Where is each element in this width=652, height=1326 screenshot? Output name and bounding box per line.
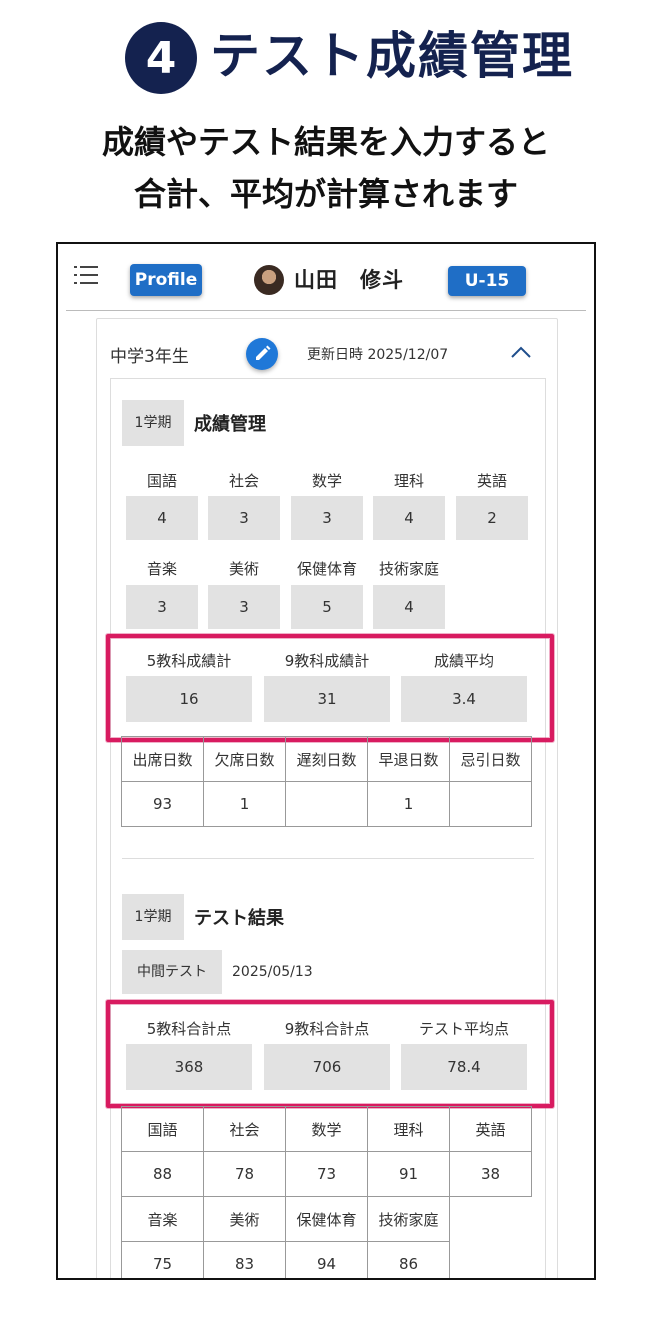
score-field[interactable]: 5: [291, 585, 363, 629]
term-tag: 1学期: [122, 894, 184, 940]
summary-label: 9教科成績計: [284, 652, 370, 670]
score-field[interactable]: 2: [456, 496, 528, 540]
edit-button[interactable]: [246, 338, 278, 370]
score-field[interactable]: 4: [373, 496, 445, 540]
summary-label: テスト平均点: [418, 1020, 509, 1038]
attendance-header: 早退日数: [367, 736, 450, 782]
score-field[interactable]: 3: [208, 496, 280, 540]
summary-value: 78.4: [401, 1044, 527, 1090]
profile-button[interactable]: Profile: [130, 264, 202, 296]
test-subject-header: 英語: [449, 1106, 532, 1152]
test-score-value[interactable]: 94: [285, 1241, 368, 1278]
attendance-value[interactable]: [449, 781, 532, 827]
test-score-value[interactable]: 91: [367, 1151, 450, 1197]
test-score-value[interactable]: 88: [121, 1151, 204, 1197]
subject-label: 理科: [393, 472, 424, 490]
summary-label: 9教科合計点: [284, 1020, 370, 1038]
test-subject-header: 理科: [367, 1106, 450, 1152]
test-subject-header: 国語: [121, 1106, 204, 1152]
test-name-tag: 中間テスト: [122, 950, 222, 994]
test-subject-header: 美術: [203, 1196, 286, 1242]
subtitle-line-2: 合計、平均が計算されます: [133, 175, 518, 213]
subject-label: 音楽: [146, 560, 177, 578]
score-field[interactable]: 4: [373, 585, 445, 629]
chevron-up-icon[interactable]: [510, 344, 532, 364]
section-title-grades: 成績管理: [194, 414, 266, 435]
test-score-value[interactable]: 73: [285, 1151, 368, 1197]
attendance-header: 忌引日数: [449, 736, 532, 782]
category-badge[interactable]: U-15: [448, 266, 526, 296]
score-field[interactable]: 4: [126, 496, 198, 540]
summary-value: 368: [126, 1044, 252, 1090]
header-divider: [66, 310, 586, 311]
test-score-value[interactable]: 86: [367, 1241, 450, 1278]
subject-label: 数学: [311, 472, 342, 490]
summary-label: 成績平均: [433, 652, 494, 670]
attendance-value[interactable]: 93: [121, 781, 204, 827]
test-score-value[interactable]: 83: [203, 1241, 286, 1278]
term-tag: 1学期: [122, 400, 184, 446]
summary-value: 31: [264, 676, 390, 722]
hamburger-icon[interactable]: [74, 266, 98, 286]
subject-label: 国語: [146, 472, 177, 490]
test-subject-header: 音楽: [121, 1196, 204, 1242]
updated-timestamp: 更新日時 2025/12/07: [307, 347, 449, 363]
subject-label: 保健体育: [296, 560, 357, 578]
test-subject-header: 保健体育: [285, 1196, 368, 1242]
subject-label: 美術: [228, 560, 259, 578]
subject-label: 社会: [228, 472, 259, 490]
attendance-header: 遅刻日数: [285, 736, 368, 782]
pencil-icon: [256, 345, 271, 360]
test-subject-header: 技術家庭: [367, 1196, 450, 1242]
section-divider: [122, 858, 534, 859]
app-screen: Profile 山田 修斗 U-15 中学3年生 更新日時 2025/12/07…: [56, 242, 596, 1280]
step-number-badge: 4: [125, 22, 197, 94]
attendance-value[interactable]: 1: [367, 781, 450, 827]
test-score-table: 国語 社会 数学 理科 英語 88 78 73 91 38 音楽 美術 保健体育…: [121, 1106, 532, 1279]
test-date: 2025/05/13: [232, 964, 313, 980]
summary-value: 3.4: [401, 676, 527, 722]
empty-cell: [450, 1242, 532, 1279]
page-title: テスト成績管理: [210, 27, 574, 85]
subject-label: 英語: [476, 472, 507, 490]
avatar: [254, 265, 284, 295]
test-score-value[interactable]: 78: [203, 1151, 286, 1197]
subject-label: 技術家庭: [378, 560, 439, 578]
summary-label: 5教科合計点: [146, 1020, 232, 1038]
attendance-header: 欠席日数: [203, 736, 286, 782]
test-subject-header: 数学: [285, 1106, 368, 1152]
summary-label: 5教科成績計: [146, 652, 232, 670]
attendance-value[interactable]: [285, 781, 368, 827]
score-field[interactable]: 3: [291, 496, 363, 540]
summary-value: 706: [264, 1044, 390, 1090]
user-name: 山田 修斗: [294, 268, 404, 292]
score-field[interactable]: 3: [208, 585, 280, 629]
empty-cell: [450, 1197, 532, 1242]
subtitle-line-1: 成績やテスト結果を入力すると: [101, 123, 550, 161]
attendance-value[interactable]: 1: [203, 781, 286, 827]
test-score-value[interactable]: 75: [121, 1241, 204, 1278]
summary-value: 16: [126, 676, 252, 722]
test-subject-header: 社会: [203, 1106, 286, 1152]
attendance-table: 出席日数 欠席日数 遅刻日数 早退日数 忌引日数 93 1 1: [121, 736, 532, 827]
grade-label: 中学3年生: [110, 347, 189, 367]
section-title-tests: テスト結果: [194, 908, 284, 929]
attendance-header: 出席日数: [121, 736, 204, 782]
score-field[interactable]: 3: [126, 585, 198, 629]
test-score-value[interactable]: 38: [449, 1151, 532, 1197]
